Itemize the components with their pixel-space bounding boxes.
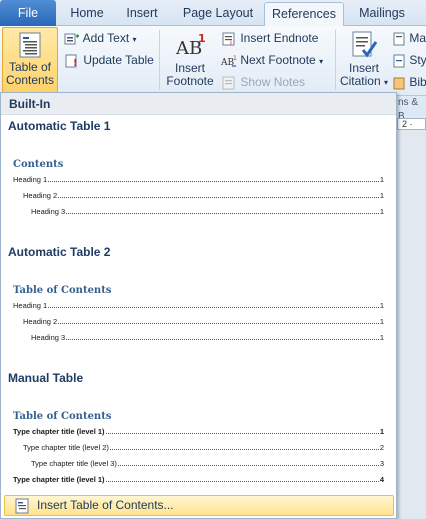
table-of-contents-gallery: Built-In Automatic Table 1 Contents Head…: [0, 92, 397, 519]
style-button[interactable]: Sty: [393, 50, 426, 70]
ribbon-references: Table of Contents ▾ Add Text ▾ ! Update …: [0, 26, 426, 99]
toc-preview-line: Heading 31: [31, 333, 384, 342]
insert-endnote-label: Insert Endnote: [240, 31, 319, 45]
svg-text:1: 1: [198, 32, 206, 45]
insert-toc-icon: [15, 498, 29, 514]
insert-table-of-contents-menu-item[interactable]: Insert Table of Contents...: [4, 495, 394, 516]
gallery-item-automatic-table-1[interactable]: Automatic Table 1 Contents Heading 11 He…: [1, 115, 396, 241]
insert-citation-icon: [352, 31, 378, 58]
insert-endnote-button[interactable]: i Insert Endnote: [221, 28, 318, 48]
gallery-item-automatic-table-2[interactable]: Automatic Table 2 Table of Contents Head…: [1, 241, 396, 367]
style-label: Sty: [409, 53, 426, 67]
preview-heading: Contents: [13, 159, 64, 170]
table-of-contents-icon: [19, 32, 41, 58]
ribbon-separator: [159, 30, 160, 90]
manage-sources-label: Ma: [409, 31, 426, 45]
next-footnote-button[interactable]: AB 1 Next Footnote ▾: [221, 50, 323, 70]
ribbon-tab-bar: File Home Insert Page Layout References …: [0, 0, 426, 27]
toc-preview-line: Heading 21: [23, 317, 384, 326]
table-of-contents-button[interactable]: Table of Contents ▾: [2, 27, 58, 99]
tab-insert[interactable]: Insert: [116, 2, 168, 26]
svg-text:!: !: [73, 58, 78, 68]
gallery-item-title: Automatic Table 2: [8, 245, 111, 259]
bibliography-label: Bib: [409, 75, 426, 89]
svg-text:1: 1: [233, 55, 237, 62]
update-table-icon: !: [65, 54, 78, 68]
add-text-icon: [64, 33, 79, 45]
manage-sources-icon: [393, 32, 405, 46]
insert-citation-button[interactable]: Insert Citation ▾: [337, 30, 391, 92]
chevron-down-icon: ▾: [384, 78, 389, 87]
style-icon: [393, 54, 405, 68]
insert-endnote-icon: i: [222, 32, 235, 46]
toc-preview-line: Type chapter title (level 1) 4: [13, 475, 384, 484]
bibliography-button[interactable]: Bib: [393, 72, 426, 92]
show-notes-icon: [222, 76, 235, 90]
gallery-header-built-in: Built-In: [1, 93, 396, 115]
document-area: [397, 130, 426, 519]
ribbon-separator: [335, 30, 336, 90]
tab-file[interactable]: File: [0, 0, 56, 26]
chevron-down-icon: ▾: [132, 35, 137, 44]
gallery-item-title: Manual Table: [8, 371, 84, 385]
toc-preview-line: Type chapter title (level 2) 2: [23, 443, 384, 452]
add-text-button[interactable]: Add Text ▾: [64, 28, 137, 48]
update-table-button[interactable]: ! Update Table: [64, 50, 154, 70]
toc-preview-line: Type chapter title (level 1) 1: [13, 427, 384, 436]
toc-preview-line: Type chapter title (level 3) 3: [31, 459, 384, 468]
preview-heading: Table of Contents: [13, 285, 112, 296]
add-text-label: Add Text: [82, 31, 130, 45]
toc-preview-line: Heading 31: [31, 207, 384, 216]
insert-footnote-label-2: Footnote: [166, 74, 214, 88]
show-notes-label: Show Notes: [240, 75, 306, 89]
show-notes-button[interactable]: Show Notes: [221, 72, 305, 92]
insert-citation-label-2: Citation ▾: [339, 74, 389, 88]
chevron-down-icon: ▾: [319, 57, 324, 66]
ruler: 2 ·: [397, 118, 426, 130]
insert-toc-label: Insert Table of Contents...: [37, 498, 174, 512]
gallery-item-title: Automatic Table 1: [8, 119, 111, 133]
tab-home[interactable]: Home: [62, 2, 112, 26]
tab-page-layout[interactable]: Page Layout: [176, 2, 260, 26]
bibliography-icon: [393, 77, 405, 90]
update-table-label: Update Table: [83, 53, 154, 67]
tab-references[interactable]: References: [264, 2, 344, 27]
toc-preview-line: Heading 11: [13, 175, 384, 184]
insert-footnote-button[interactable]: AB 1 Insert Footnote: [163, 30, 217, 92]
insert-footnote-icon: AB 1: [175, 32, 206, 59]
next-footnote-label: Next Footnote: [240, 53, 316, 67]
ribbon-group-label: ns & B: [397, 96, 426, 122]
gallery-item-manual-table[interactable]: Manual Table Table of Contents Type chap…: [1, 367, 396, 491]
tab-mailings[interactable]: Mailings: [352, 2, 412, 26]
toc-preview-line: Heading 11: [13, 301, 384, 310]
next-footnote-icon: AB 1: [221, 55, 237, 68]
manage-sources-button[interactable]: Ma: [393, 28, 426, 48]
toc-preview-line: Heading 21: [23, 191, 384, 200]
svg-text:i: i: [230, 39, 232, 46]
preview-heading: Table of Contents: [13, 411, 112, 422]
